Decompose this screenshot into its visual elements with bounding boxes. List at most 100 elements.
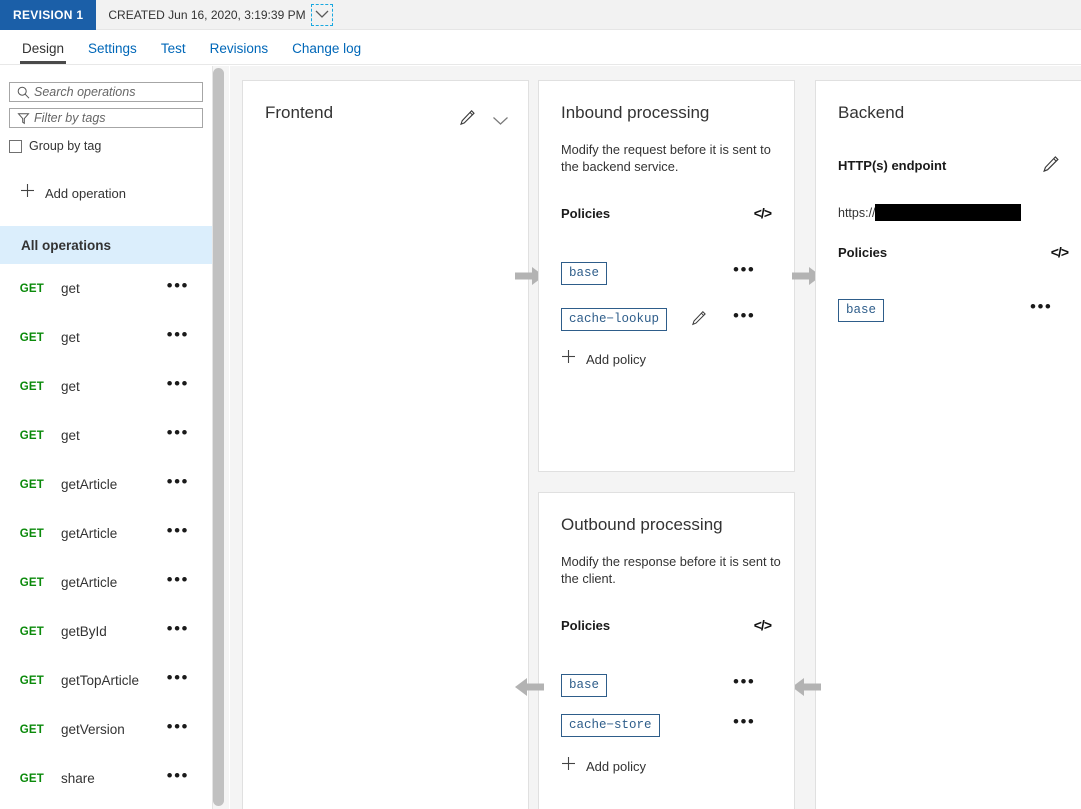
inbound-processing-panel: Inbound processing Modify the request be… (538, 80, 795, 472)
operation-name: getArticle (61, 477, 118, 492)
operation-method-badge: GET (19, 723, 44, 736)
operation-method-badge: GET (19, 478, 44, 491)
operation-row[interactable]: GET getArticle ••• (0, 460, 212, 509)
policy-chip-cache-lookup[interactable]: cache−lookup (561, 307, 668, 331)
frontend-expand-chevron-down-icon[interactable] (492, 113, 509, 131)
policy-row: base ••• (561, 671, 774, 699)
ellipsis-icon[interactable]: ••• (167, 326, 189, 345)
operation-row[interactable]: GET get ••• (0, 264, 212, 313)
chevron-down-icon[interactable] (310, 3, 333, 26)
ellipsis-icon[interactable]: ••• (167, 571, 189, 590)
operation-row[interactable]: GET get ••• (0, 411, 212, 460)
group-by-tag-checkbox[interactable]: Group by tag (9, 139, 212, 153)
operation-row[interactable]: GET getArticle ••• (0, 509, 212, 558)
search-input[interactable]: Search operations (9, 82, 203, 102)
checkbox-box (9, 139, 22, 153)
backend-edit-pencil-icon[interactable] (1042, 155, 1060, 178)
policy-chip-cache-store[interactable]: cache−store (561, 713, 660, 737)
arrow-left-glyph (792, 678, 821, 696)
ellipsis-icon[interactable]: ••• (167, 620, 189, 639)
ellipsis-icon[interactable]: ••• (167, 718, 189, 737)
outbound-add-policy-button[interactable]: Add policy (561, 756, 774, 776)
operation-method-badge: GET (19, 527, 44, 540)
ellipsis-icon[interactable]: ••• (167, 277, 189, 296)
plus-icon (561, 756, 576, 776)
operation-name: get (61, 281, 80, 296)
inbound-add-policy-button[interactable]: Add policy (561, 349, 774, 369)
ellipsis-icon[interactable]: ••• (167, 375, 189, 394)
pencil-glyph (1043, 156, 1059, 173)
frontend-edit-pencil-icon[interactable] (459, 109, 476, 131)
operation-name: get (61, 330, 80, 345)
operation-name: getArticle (61, 575, 118, 590)
operation-method-badge: GET (19, 331, 44, 344)
inbound-add-policy-label: Add policy (586, 351, 646, 367)
operations-list: GET get ••• GET get ••• GET get ••• GET get ••• GET g… (0, 264, 212, 803)
tab-design[interactable]: Design (10, 41, 76, 64)
tab-test[interactable]: Test (149, 41, 198, 64)
code-view-icon[interactable]: </> (754, 205, 772, 221)
backend-panel: Backend HTTP(s) endpoint https:// Polici… (815, 80, 1081, 809)
operation-method-badge: GET (19, 674, 44, 687)
sidebar-item-all-operations[interactable]: All operations (0, 226, 212, 264)
inbound-title: Inbound processing (561, 103, 710, 122)
code-view-icon[interactable]: </> (1051, 244, 1069, 260)
operation-row[interactable]: GET getById ••• (0, 607, 212, 656)
outbound-title: Outbound processing (561, 515, 723, 534)
filter-glyph (16, 112, 30, 124)
policy-row: cache−store ••• (561, 711, 774, 739)
filter-icon (14, 110, 32, 126)
add-operation-button[interactable]: Add operation (20, 183, 212, 203)
ellipsis-icon[interactable]: ••• (733, 307, 755, 326)
tab-settings[interactable]: Settings (76, 41, 149, 64)
ellipsis-icon[interactable]: ••• (167, 522, 189, 541)
policy-row: cache−lookup ••• (561, 305, 774, 333)
policy-chip-base[interactable]: base (838, 298, 885, 322)
arrow-left-glyph (515, 678, 544, 696)
operation-row[interactable]: GET getArticle ••• (0, 558, 212, 607)
operations-sidebar: Search operations Filter by tags Group b… (0, 66, 212, 809)
outbound-policies-label: Policies (561, 617, 611, 633)
ellipsis-icon[interactable]: ••• (167, 424, 189, 443)
pencil-glyph (460, 110, 475, 126)
backend-title: Backend (838, 103, 905, 122)
operation-name: getById (61, 624, 107, 639)
operation-row[interactable]: GET get ••• (0, 313, 212, 362)
ellipsis-icon[interactable]: ••• (167, 473, 189, 492)
policy-row: base ••• (838, 296, 1073, 324)
operation-row[interactable]: GET getTopArticle ••• (0, 656, 212, 705)
pencil-glyph (692, 310, 706, 325)
plus-glyph (562, 757, 575, 770)
outbound-processing-panel: Outbound processing Modify the response … (538, 492, 795, 809)
policy-chip-base[interactable]: base (561, 673, 608, 697)
filter-tags-input[interactable]: Filter by tags (9, 108, 203, 128)
outbound-add-policy-label: Add policy (586, 758, 646, 774)
add-operation-label: Add operation (45, 185, 126, 201)
sidebar-scrollbar-thumb[interactable] (213, 68, 224, 806)
operation-method-badge: GET (19, 625, 44, 638)
frontend-title: Frontend (265, 103, 334, 122)
operation-row[interactable]: GET share ••• (0, 754, 212, 803)
policy-chip-base[interactable]: base (561, 261, 608, 285)
operation-name: getVersion (61, 722, 125, 737)
operation-name: getArticle (61, 526, 118, 541)
ellipsis-icon[interactable]: ••• (733, 261, 755, 280)
operation-row[interactable]: GET get ••• (0, 362, 212, 411)
outbound-policies-header: Policies </> (561, 617, 772, 633)
ellipsis-icon[interactable]: ••• (733, 713, 755, 732)
policy-edit-pencil-icon[interactable] (691, 310, 707, 331)
backend-endpoint-url-prefix: https:// (838, 205, 876, 220)
operation-row[interactable]: GET getVersion ••• (0, 705, 212, 754)
plus-glyph (21, 184, 34, 197)
operation-name: share (61, 771, 95, 786)
operation-method-badge: GET (19, 282, 44, 295)
ellipsis-icon[interactable]: ••• (733, 673, 755, 692)
ellipsis-icon[interactable]: ••• (1030, 298, 1052, 317)
tab-revisions[interactable]: Revisions (198, 41, 281, 64)
code-view-icon[interactable]: </> (754, 617, 772, 633)
ellipsis-icon[interactable]: ••• (167, 669, 189, 688)
tab-change-log[interactable]: Change log (280, 41, 373, 64)
tab-bar: Design Settings Test Revisions Change lo… (0, 30, 1081, 65)
filter-placeholder: Filter by tags (34, 111, 106, 125)
ellipsis-icon[interactable]: ••• (167, 767, 189, 786)
